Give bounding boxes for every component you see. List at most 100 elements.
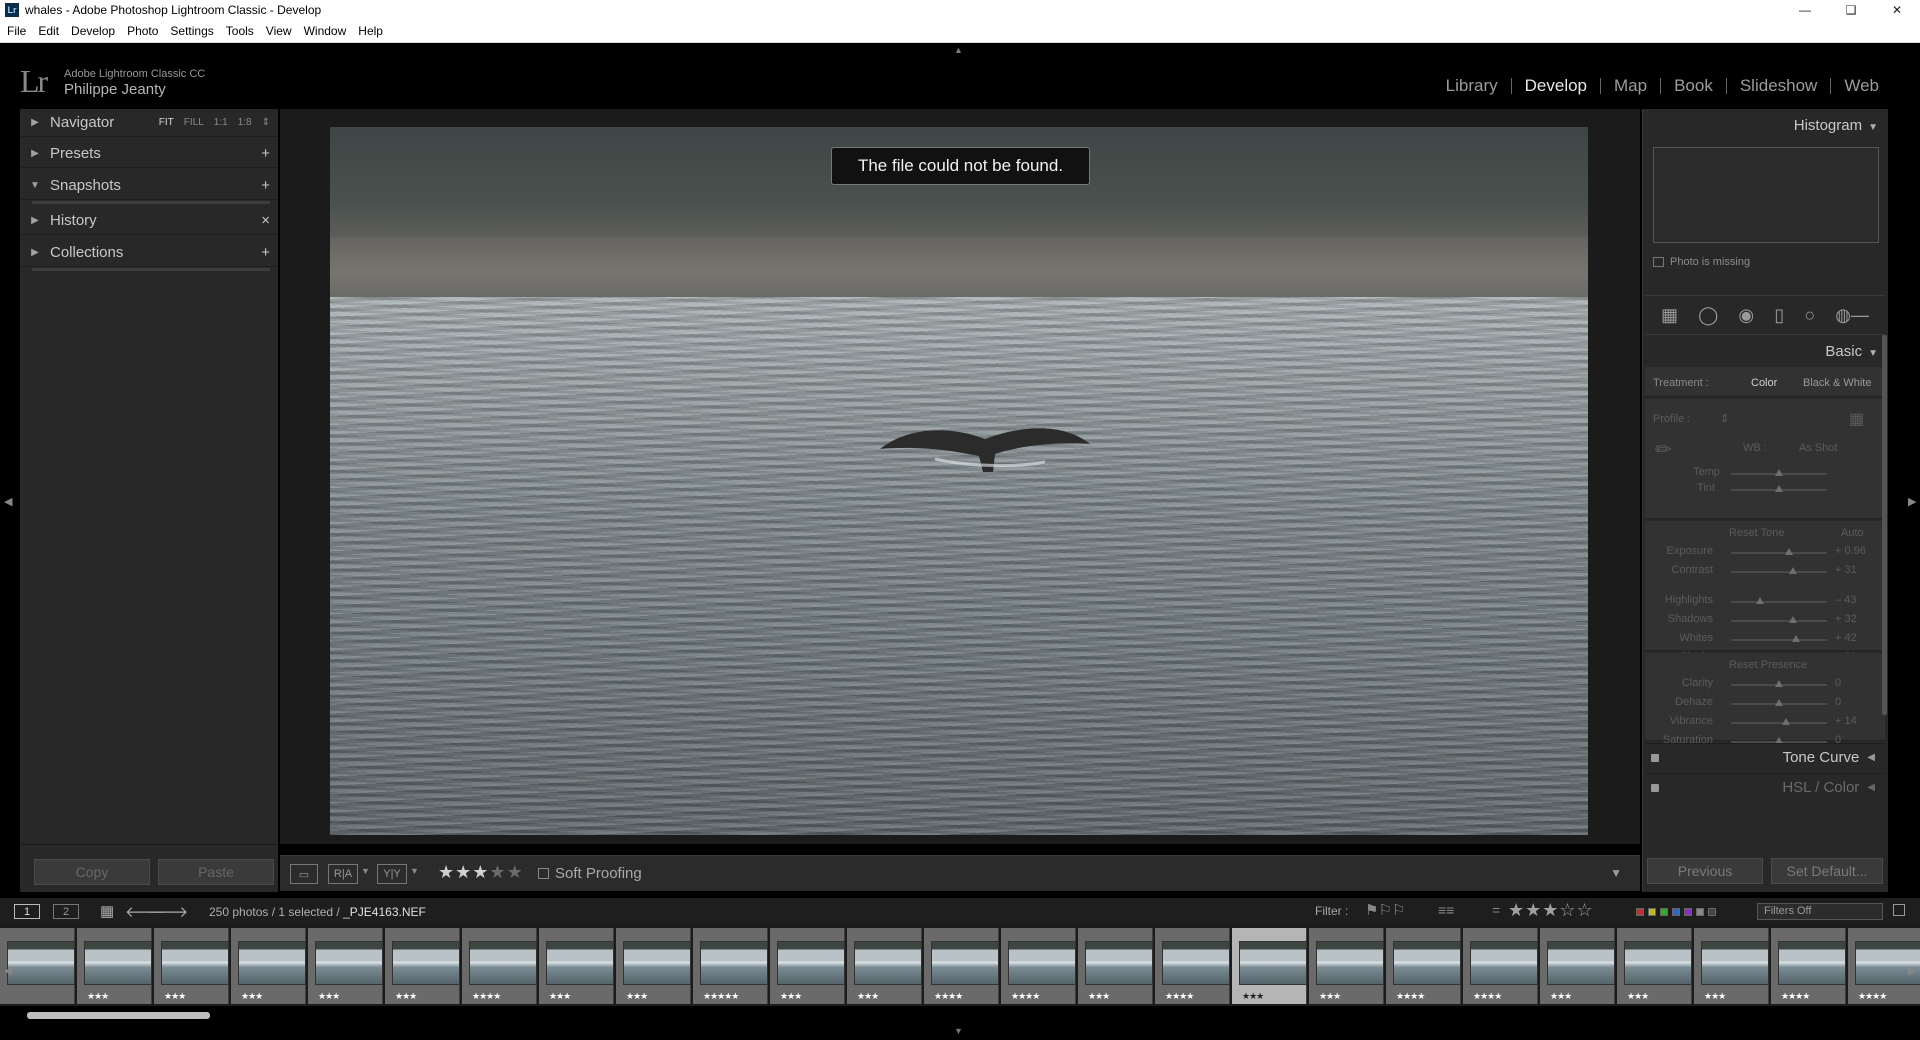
main-window-button[interactable]: 1 <box>14 904 40 919</box>
rating-star-3[interactable]: ★ <box>472 862 489 882</box>
slider-value[interactable]: – 43 <box>1835 594 1856 606</box>
loupe-view-icon[interactable]: ▭ <box>290 864 318 884</box>
profile-stepper-icon[interactable]: ⇕ <box>1720 412 1729 425</box>
module-map[interactable]: Map <box>1601 76 1660 96</box>
custom-label-icon[interactable] <box>1696 908 1704 916</box>
menu-photo[interactable]: Photo <box>127 24 158 38</box>
menu-edit[interactable]: Edit <box>38 24 59 38</box>
set-default-button[interactable]: Set Default... <box>1771 858 1883 884</box>
filmstrip-thumbnail[interactable]: ★★★★ <box>1001 928 1076 1004</box>
reset-presence-label[interactable]: Reset Presence <box>1729 659 1807 671</box>
slider-track[interactable] <box>1731 571 1827 573</box>
panel-switch-icon[interactable] <box>1651 753 1659 762</box>
snapshots-header[interactable]: ▼ Snapshots + <box>20 172 278 200</box>
zoom-fill[interactable]: FILL <box>184 117 204 128</box>
filmstrip-thumbnail[interactable]: ★★★ <box>231 928 306 1004</box>
filmstrip-thumbnail[interactable]: ★★★ <box>154 928 229 1004</box>
before-after-menu-icon[interactable]: ▼ <box>361 866 370 876</box>
filmstrip-thumbnail[interactable]: ★★★ <box>1617 928 1692 1004</box>
filmstrip-thumbnail[interactable]: ★★★★ <box>1386 928 1461 1004</box>
treatment-color[interactable]: Color <box>1751 377 1777 389</box>
filmstrip-thumbnail[interactable]: ★★★★ <box>1771 928 1846 1004</box>
rating-comparator-icon[interactable]: = <box>1492 902 1500 918</box>
module-library[interactable]: Library <box>1433 76 1511 96</box>
filmstrip-thumbnail[interactable]: ★★★ <box>1694 928 1769 1004</box>
menu-tools[interactable]: Tools <box>226 24 254 38</box>
yellow-label-icon[interactable] <box>1648 908 1656 916</box>
add-preset-icon[interactable]: + <box>261 145 270 162</box>
slider-track[interactable] <box>1731 601 1827 603</box>
color-label-filter[interactable] <box>1636 908 1716 916</box>
filmstrip-thumbnail[interactable]: ★★★ <box>385 928 460 1004</box>
filmstrip-thumbnail[interactable]: ★★★★ <box>1463 928 1538 1004</box>
zoom-stepper-icon[interactable]: ⇕ <box>262 117 270 128</box>
filmstrip-thumbnail[interactable]: ★★★ <box>539 928 614 1004</box>
module-book[interactable]: Book <box>1661 76 1726 96</box>
right-panel-toggle-icon[interactable]: ▶ <box>1908 495 1916 508</box>
filmstrip-thumbnail[interactable]: ★★★★ <box>924 928 999 1004</box>
reset-tone-label[interactable]: Reset Tone <box>1729 527 1784 539</box>
slider-thumb[interactable] <box>1789 616 1798 623</box>
menu-window[interactable]: Window <box>304 24 347 38</box>
grid-view-icon[interactable]: ▦ <box>100 902 114 920</box>
zoom-1-8[interactable]: 1:8 <box>238 117 252 128</box>
filmstrip-thumbnail[interactable]: ★★★★ <box>462 928 537 1004</box>
filmstrip-thumbnail[interactable]: ★★★ <box>847 928 922 1004</box>
add-collection-icon[interactable]: + <box>261 244 270 261</box>
radial-filter-icon[interactable]: ○ <box>1804 305 1815 326</box>
bottom-panel-toggle-icon[interactable]: ▼ <box>954 1026 963 1036</box>
crop-tool-icon[interactable]: ▦ <box>1661 305 1678 326</box>
add-snapshot-icon[interactable]: + <box>261 177 270 194</box>
clear-history-icon[interactable]: × <box>261 212 270 229</box>
menu-settings[interactable]: Settings <box>170 24 213 38</box>
rating-filter-stars[interactable]: ★★★☆☆ <box>1508 900 1594 921</box>
wb-value[interactable]: As Shot <box>1799 442 1838 454</box>
menu-file[interactable]: File <box>7 24 26 38</box>
filmstrip-source-info[interactable]: 250 photos / 1 selected / _PJE4163.NEF <box>209 905 426 919</box>
slider-value[interactable]: 0 <box>1835 696 1841 708</box>
filmstrip-thumbnail[interactable]: ★★★ <box>770 928 845 1004</box>
filmstrip-thumbnail[interactable]: ★★★ <box>1309 928 1384 1004</box>
tint-slider-thumb[interactable] <box>1775 485 1783 492</box>
no-label-icon[interactable] <box>1708 908 1716 916</box>
soft-proofing-checkbox[interactable] <box>538 868 549 879</box>
slider-value[interactable]: + 42 <box>1835 632 1857 644</box>
menu-view[interactable]: View <box>266 24 292 38</box>
filmstrip-right-icon[interactable]: ▶ <box>1908 964 1916 977</box>
red-label-icon[interactable] <box>1636 908 1644 916</box>
basic-header[interactable]: Basic ▼ <box>1825 343 1878 360</box>
treatment-bw[interactable]: Black & White <box>1803 377 1871 389</box>
rating-star-1[interactable]: ★ <box>438 862 455 882</box>
zoom-1-1[interactable]: 1:1 <box>214 117 228 128</box>
flag-filter-icons[interactable]: ⚑⚐⚐ <box>1365 901 1405 919</box>
slider-track[interactable] <box>1731 639 1827 641</box>
purple-label-icon[interactable] <box>1684 908 1692 916</box>
adjustment-brush-icon[interactable]: ◍— <box>1835 305 1869 326</box>
rating-star-2[interactable]: ★ <box>455 862 472 882</box>
filmstrip-thumbnail[interactable]: ★★★ <box>1232 928 1307 1004</box>
slider-value[interactable]: + 31 <box>1835 564 1857 576</box>
top-panel-toggle-icon[interactable]: ▲ <box>954 45 963 55</box>
temp-slider-thumb[interactable] <box>1775 469 1783 476</box>
graduated-filter-icon[interactable]: ▯ <box>1774 305 1784 326</box>
forward-arrow-icon[interactable]: 🡒 <box>148 902 188 921</box>
right-panel-scrollbar[interactable] <box>1882 335 1887 715</box>
profile-browser-icon[interactable]: ▦ <box>1849 409 1864 429</box>
filmstrip-scrollbar[interactable] <box>27 1012 210 1019</box>
copy-button[interactable]: Copy <box>34 859 150 885</box>
module-web[interactable]: Web <box>1831 76 1892 96</box>
photo-preview[interactable] <box>330 127 1588 835</box>
slider-value[interactable]: + 32 <box>1835 613 1857 625</box>
menu-help[interactable]: Help <box>358 24 383 38</box>
wb-eyedropper-icon[interactable]: ✏ <box>1655 437 1672 462</box>
filmstrip-thumbnail[interactable]: ★★★ <box>308 928 383 1004</box>
slider-value[interactable]: + 14 <box>1835 715 1857 727</box>
slider-thumb[interactable] <box>1775 680 1783 687</box>
auto-tone-button[interactable]: Auto <box>1841 527 1864 539</box>
toolbar-content-menu-icon[interactable]: ▼ <box>1610 866 1622 880</box>
filter-preset-select[interactable]: Filters Off <box>1757 903 1883 920</box>
red-eye-icon[interactable]: ◉ <box>1738 305 1754 326</box>
secondary-window-button[interactable]: 2 <box>53 904 79 919</box>
filter-lock-icon[interactable] <box>1893 904 1905 916</box>
navigator-header[interactable]: ▶ Navigator FIT FILL 1:1 1:8 ⇕ <box>20 109 278 137</box>
